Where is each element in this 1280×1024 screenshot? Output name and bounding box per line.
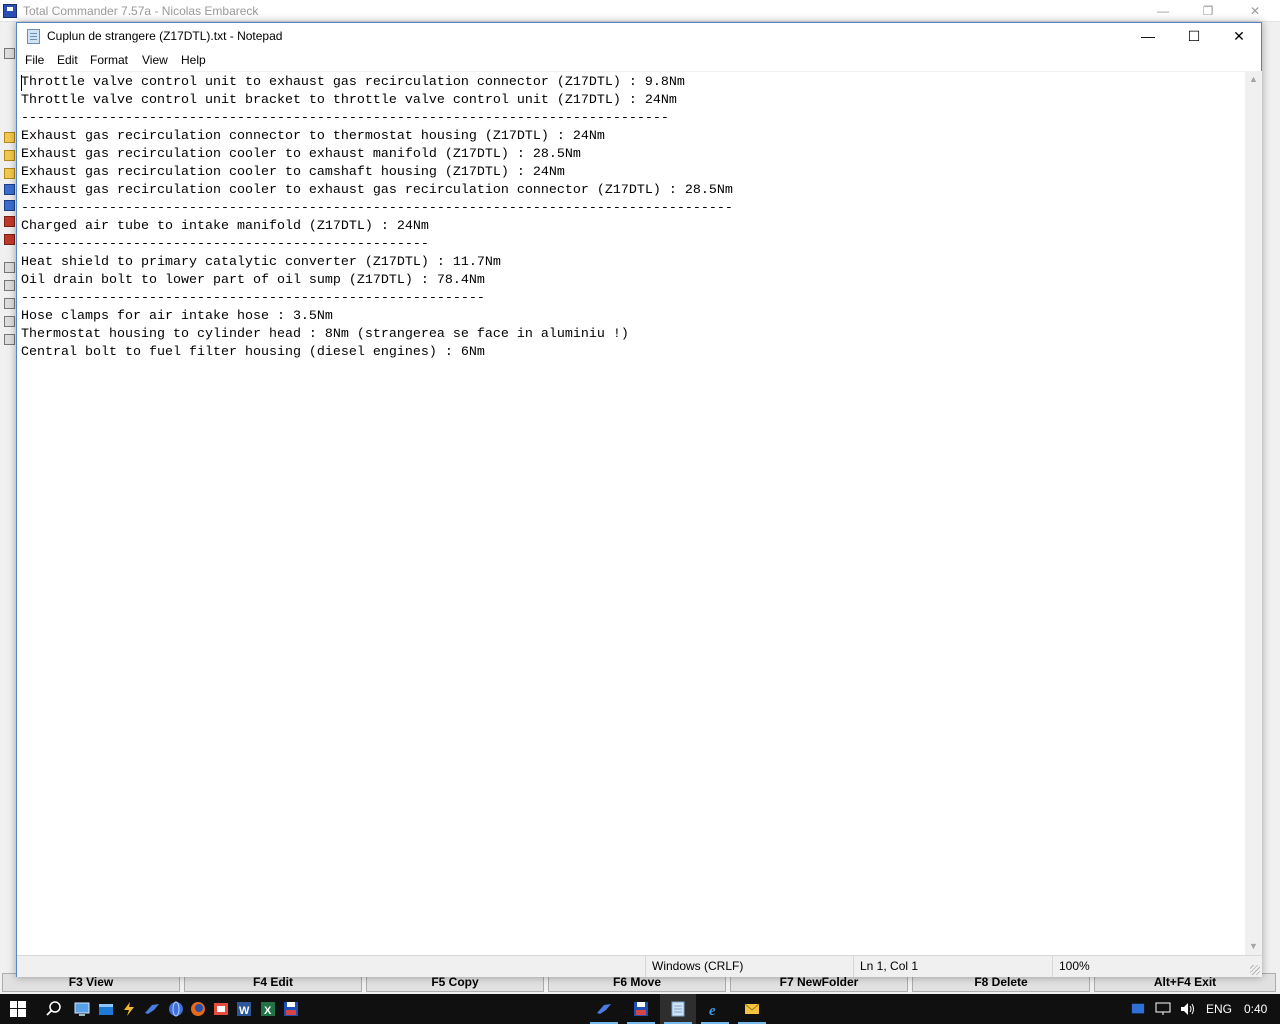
menu-view[interactable]: View — [142, 53, 168, 70]
file-icon — [4, 334, 15, 345]
status-bar: Windows (CRLF) Ln 1, Col 1 100% — [17, 955, 1262, 977]
mail-icon — [744, 1003, 760, 1014]
file-icon — [4, 184, 15, 195]
notepad-titlebar[interactable]: Cuplun de strangere (Z17DTL).txt - Notep… — [17, 23, 1261, 51]
maximize-button[interactable]: ☐ — [1171, 23, 1217, 51]
floppy-icon — [634, 1002, 648, 1016]
notepad-icon — [27, 29, 40, 44]
taskbar-internet-explorer[interactable]: e — [697, 994, 733, 1024]
file-icon — [4, 262, 15, 273]
taskbar-floppy-app[interactable] — [273, 994, 309, 1024]
status-line-endings: Windows (CRLF) — [645, 956, 845, 977]
scroll-down-arrow-icon[interactable]: ▼ — [1245, 938, 1262, 955]
status-cursor-position: Ln 1, Col 1 — [853, 956, 1053, 977]
tc-minimize-button[interactable]: — — [1148, 2, 1178, 20]
file-icon — [4, 200, 15, 211]
notepad-window: Cuplun de strangere (Z17DTL).txt - Notep… — [16, 22, 1262, 977]
search-icon — [46, 1001, 61, 1016]
svg-text:X: X — [264, 1005, 272, 1017]
tray-security[interactable] — [1128, 994, 1148, 1024]
folder-icon — [4, 150, 15, 161]
start-button[interactable] — [0, 994, 36, 1024]
file-icon — [4, 280, 15, 291]
file-icon — [4, 216, 15, 227]
svg-text:e: e — [709, 1003, 716, 1017]
file-icon — [4, 234, 15, 245]
taskbar-notepad[interactable] — [660, 994, 696, 1024]
text-caret — [21, 75, 22, 91]
folder-icon — [4, 168, 15, 179]
scroll-up-arrow-icon[interactable]: ▲ — [1245, 71, 1262, 88]
folder-icon — [4, 132, 15, 143]
internet-explorer-icon: e — [709, 1003, 716, 1017]
windows-logo-icon — [10, 1001, 26, 1017]
minimize-button[interactable]: — — [1125, 23, 1171, 51]
menu-bar: File Edit Format View Help — [17, 51, 1261, 71]
vertical-scrollbar[interactable]: ▲ ▼ — [1245, 71, 1262, 955]
notepad-icon — [671, 1001, 685, 1017]
notepad-window-title: Cuplun de strangere (Z17DTL).txt - Notep… — [47, 29, 283, 43]
document-text[interactable]: Throttle valve control unit to exhaust g… — [21, 74, 733, 362]
menu-format[interactable]: Format — [90, 53, 128, 70]
tray-clock[interactable]: 0:40 — [1244, 1002, 1267, 1016]
tc-window-title: Total Commander 7.57a - Nicolas Embareck — [23, 4, 259, 18]
menu-help[interactable]: Help — [181, 53, 206, 70]
text-editor-area[interactable]: Throttle valve control unit to exhaust g… — [17, 71, 1245, 955]
shield-icon — [1131, 1003, 1145, 1014]
tray-language[interactable]: ENG — [1206, 1002, 1232, 1016]
status-zoom-level: 100% — [1052, 956, 1242, 977]
tc-restore-button[interactable]: ❐ — [1193, 2, 1223, 20]
tc-right-panel-edge — [1262, 22, 1280, 972]
tc-toolbar-icon — [4, 48, 15, 59]
taskbar: W X e ENG 0:40 — [0, 994, 1280, 1024]
menu-file[interactable]: File — [25, 53, 44, 70]
tc-left-panel-edge — [0, 22, 17, 972]
resize-grip-icon[interactable] — [1250, 965, 1260, 975]
bird-icon — [597, 1004, 611, 1014]
taskbar-bird-app-2[interactable] — [586, 994, 622, 1024]
taskbar-mail[interactable] — [734, 994, 770, 1024]
file-icon — [4, 316, 15, 327]
network-icon — [1155, 1002, 1171, 1015]
taskbar-total-commander[interactable] — [623, 994, 659, 1024]
svg-text:W: W — [239, 1005, 250, 1017]
file-icon — [4, 298, 15, 309]
floppy-icon — [3, 4, 17, 18]
speaker-icon — [1181, 1003, 1194, 1015]
tc-close-button[interactable]: ✕ — [1240, 2, 1270, 20]
menu-edit[interactable]: Edit — [57, 53, 78, 70]
tray-volume[interactable] — [1177, 994, 1199, 1024]
tc-titlebar[interactable]: Total Commander 7.57a - Nicolas Embareck… — [0, 0, 1280, 22]
tray-network[interactable] — [1152, 994, 1174, 1024]
floppy-icon — [284, 1002, 298, 1016]
close-button[interactable]: ✕ — [1216, 23, 1262, 51]
